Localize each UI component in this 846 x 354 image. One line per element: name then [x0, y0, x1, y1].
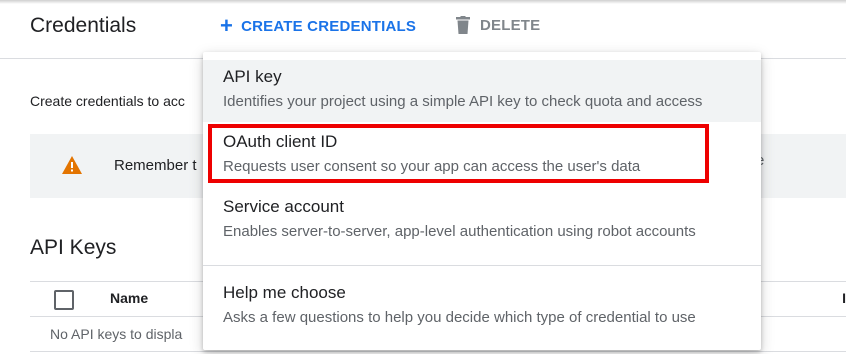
create-credentials-menu: API key Identifies your project using a …: [203, 52, 761, 350]
intro-text: Create credentials to acc: [30, 93, 185, 109]
delete-button[interactable]: DELETE: [456, 16, 540, 34]
delete-label: DELETE: [480, 16, 541, 34]
create-credentials-label: CREATE CREDENTIALS: [241, 17, 417, 35]
top-shadow: [0, 0, 846, 4]
empty-table-message: No API keys to displa: [50, 326, 183, 342]
menu-item-title: Help me choose: [223, 283, 346, 302]
menu-item-description: Asks a few questions to help you decide …: [223, 309, 696, 326]
menu-item-service-account[interactable]: Service account Enables server-to-server…: [203, 190, 761, 252]
menu-item-title: API key: [223, 67, 282, 86]
menu-item-help-me-choose[interactable]: Help me choose Asks a few questions to h…: [203, 276, 761, 338]
highlight-box: [208, 124, 709, 183]
menu-item-title: Service account: [223, 197, 344, 216]
page-title: Credentials: [30, 14, 137, 37]
plus-icon: +: [220, 13, 234, 38]
api-keys-title: API Keys: [30, 236, 117, 259]
menu-item-api-key[interactable]: API key Identifies your project using a …: [203, 60, 761, 122]
create-credentials-button[interactable]: + CREATE CREDENTIALS: [220, 13, 417, 38]
column-header-name[interactable]: Name: [110, 290, 148, 306]
menu-item-description: Enables server-to-server, app-level auth…: [223, 223, 696, 240]
menu-divider: [203, 265, 761, 266]
select-all-checkbox[interactable]: [54, 290, 74, 310]
column-header-partial[interactable]: I: [842, 290, 846, 306]
notice-text: Remember t: [114, 157, 197, 174]
menu-item-description: Identifies your project using a simple A…: [223, 93, 703, 110]
warning-icon: [62, 156, 82, 174]
trash-icon: [456, 16, 470, 34]
table-row-divider: [30, 351, 846, 352]
